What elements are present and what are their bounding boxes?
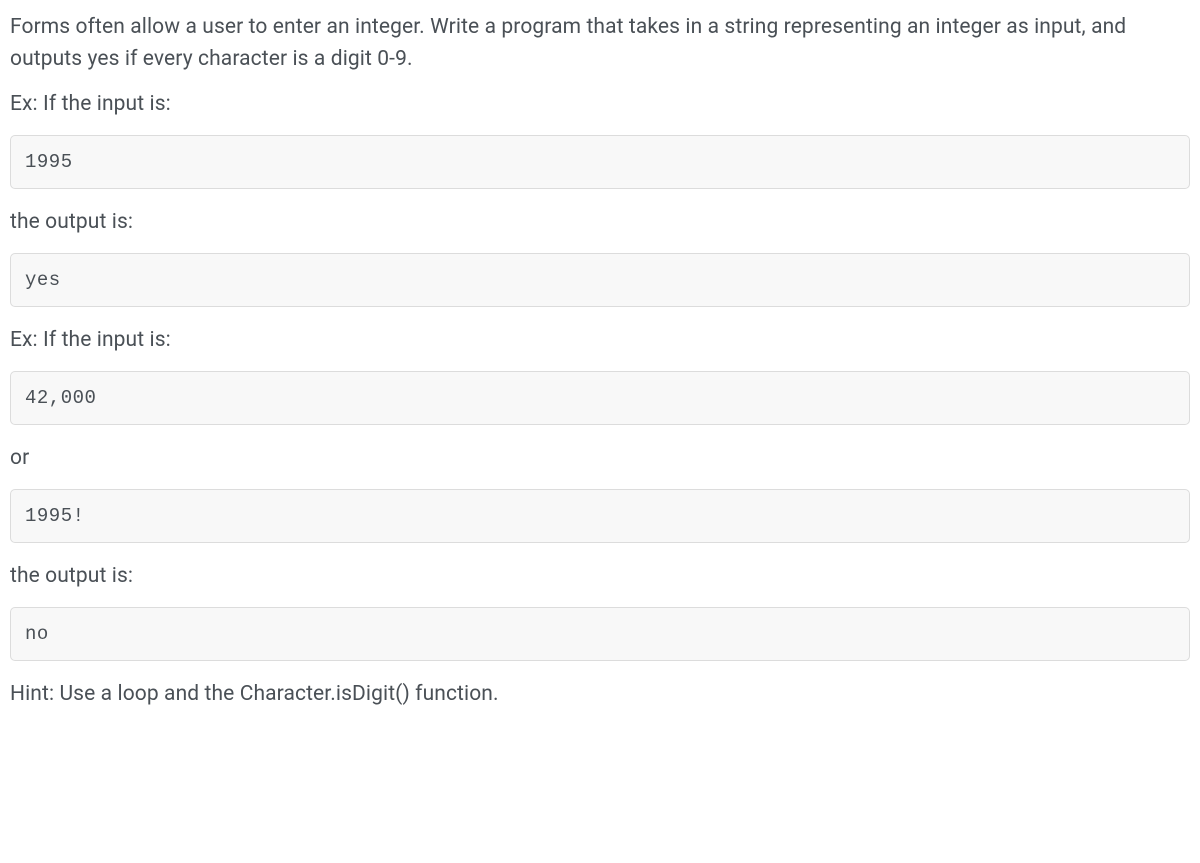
problem-description: Forms often allow a user to enter an int… [10, 12, 1190, 75]
example1-prompt: Ex: If the input is: [10, 89, 1190, 121]
example2-input2-code: 1995! [10, 489, 1190, 544]
example1-input-code: 1995 [10, 135, 1190, 190]
example2-output-label: the output is: [10, 561, 1190, 593]
example2-output-code: no [10, 607, 1190, 662]
example1-output-label: the output is: [10, 207, 1190, 239]
hint-text: Hint: Use a loop and the Character.isDig… [10, 679, 1190, 711]
example2-input1-code: 42,000 [10, 371, 1190, 426]
example2-prompt: Ex: If the input is: [10, 325, 1190, 357]
example2-or-label: or [10, 443, 1190, 475]
example1-output-code: yes [10, 253, 1190, 308]
